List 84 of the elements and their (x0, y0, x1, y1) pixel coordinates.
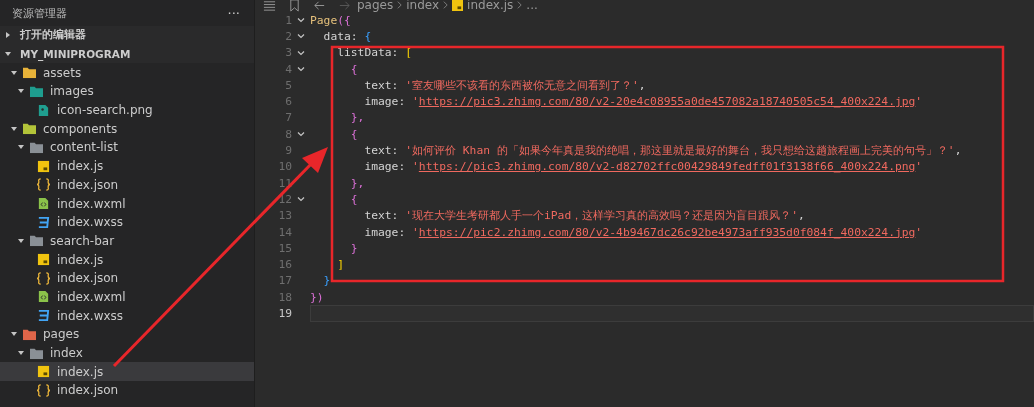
code-line: } (349, 241, 358, 255)
line-number: 6 (284, 95, 292, 109)
code-line: { (349, 192, 358, 206)
back-arrow-icon[interactable] (313, 0, 326, 12)
explorer-title: 资源管理器 (12, 5, 67, 21)
chevron-icon (10, 124, 18, 133)
bookmark-icon[interactable] (288, 0, 301, 12)
image-file-icon (36, 103, 51, 117)
braces-file-icon (36, 383, 51, 397)
folder-icon (22, 327, 37, 341)
line-number: 8 (284, 127, 292, 141)
code-line: listData: [ (336, 46, 413, 60)
js-file-icon (36, 253, 51, 267)
tree-item[interactable]: assets (0, 63, 254, 83)
line-number: 4 (284, 62, 292, 76)
code-line: image: 'https://pic3.zhimg.com/80/v2-d82702ffc00429849fedff01f3138f66_400x224.png' (363, 160, 923, 174)
line-number: 17 (277, 274, 292, 288)
separator-icon (396, 0, 404, 10)
style-file-icon (36, 309, 51, 323)
tree-item[interactable]: images (0, 82, 254, 101)
code-line: { (349, 127, 358, 141)
tree-item[interactable]: content-list (0, 138, 254, 157)
tree-item[interactable]: index.json (0, 268, 254, 288)
breadcrumb-item[interactable]: index.js (467, 0, 514, 12)
code-line: data: { (322, 29, 372, 43)
tree-item[interactable]: index.js (0, 156, 254, 176)
tree-item[interactable]: index (0, 343, 254, 363)
line-number: 14 (277, 225, 292, 239)
code-line: ] (336, 258, 344, 272)
tree-item[interactable]: icon-search.png (0, 100, 254, 120)
section-header[interactable]: 打开的编辑器 (0, 26, 254, 45)
tree-item[interactable]: search-bar (0, 231, 254, 251)
tree-item[interactable]: index.wxml (0, 287, 254, 307)
code-line: text: '现在大学生考研都人手一个iPad，这样学习真的高效吗？还是因为盲目跟风？', (363, 208, 805, 224)
tree-item[interactable]: index.wxss (0, 212, 254, 232)
braces-file-icon (36, 271, 51, 285)
line-number: 13 (277, 209, 292, 223)
tree-item[interactable]: index.js (0, 362, 254, 382)
tree-item[interactable]: index.json (0, 175, 254, 195)
code-line: image: 'https://pic2.zhimg.com/80/v2-4b9467dc26c92be4973aff935d0f084f_400x224.jpg' (363, 225, 923, 239)
code-line: }) (310, 290, 324, 304)
line-number: 16 (277, 258, 292, 272)
line-number: 2 (284, 29, 292, 43)
code-line: { (349, 62, 358, 76)
folder-icon (22, 122, 37, 136)
more-actions-button[interactable]: ··· (225, 5, 242, 21)
line-number: 15 (277, 241, 292, 255)
line-number: 19 (277, 307, 292, 320)
style-file-icon (36, 215, 51, 229)
chevron-icon (4, 31, 12, 40)
tree-item[interactable]: index.wxml (0, 194, 254, 213)
separator-icon (516, 0, 524, 10)
markup-file-icon (36, 290, 51, 304)
breadcrumb-item[interactable]: pages (357, 0, 394, 12)
tree-item[interactable]: index.json (0, 381, 254, 400)
code-line: }, (349, 176, 365, 190)
code-line: } (322, 274, 331, 288)
line-number: 10 (277, 160, 292, 174)
code-line: Page({ (310, 13, 351, 27)
breadcrumb-item[interactable]: ... (526, 0, 538, 12)
folder-icon (22, 66, 37, 80)
code-line: text: '室友哪些不该看的东西被你无意之间看到了？', (363, 77, 646, 93)
braces-file-icon (36, 178, 51, 192)
tree-item[interactable]: pages (0, 325, 254, 344)
tree-item[interactable]: components (0, 119, 254, 139)
chevron-icon (17, 236, 25, 245)
line-number: 7 (284, 111, 292, 125)
line-number: 5 (284, 78, 292, 92)
line-number: 9 (284, 144, 292, 157)
breadcrumb-item[interactable]: index (406, 0, 440, 12)
code-line: }, (349, 111, 365, 125)
code-line: image: 'https://pic3.zhimg.com/80/v2-20e4c08955a0de457082a18740505c54_400x224.jpg' (363, 95, 923, 109)
js-file-icon (36, 365, 51, 379)
tree-item[interactable]: index.wxss (0, 306, 254, 325)
js-file-icon (36, 159, 51, 173)
code-line: text: '如何评价 Khan 的「如果今年真是我的绝唱，那这里就是最好的舞台，我只想给这趟旅程画上完美的句号」？', (363, 143, 962, 158)
separator-icon (442, 0, 450, 10)
list-icon[interactable] (263, 0, 276, 12)
js-file-icon (452, 0, 464, 11)
line-number: 3 (284, 46, 292, 60)
line-number: 18 (277, 290, 292, 304)
line-number: 1 (284, 13, 292, 27)
tree-item[interactable]: index.js (0, 250, 254, 269)
markup-file-icon (36, 197, 51, 211)
